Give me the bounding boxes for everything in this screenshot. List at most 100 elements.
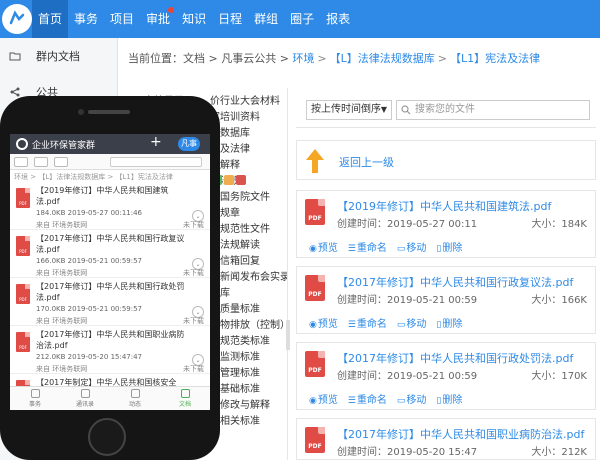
eye-icon: ◉ <box>309 396 317 406</box>
phone-file-item[interactable]: PDF 【2017年修订】中华人民共和国行政处罚法.pdf 170.0KB 20… <box>10 278 210 326</box>
pdf-file-icon: PDF <box>16 236 30 256</box>
file-card: PDF 【2017年修订】中华人民共和国职业病防治法.pdf 创建时间：2019… <box>296 418 596 460</box>
nav-reports-label: 报表 <box>326 12 351 26</box>
rename-icon: ☰ <box>347 244 356 254</box>
file-created-time: 创建时间：2019-05-21 00:59 <box>337 295 478 306</box>
move-button[interactable]: ▭移动 <box>397 391 427 406</box>
sort-select[interactable]: 按上传时间倒序 ▼ <box>306 100 392 120</box>
nav-groups-label: 群组 <box>254 12 279 26</box>
trash-icon: ▯ <box>436 396 442 406</box>
add-button[interactable]: + <box>150 134 162 150</box>
breadcrumb-link[interactable]: 环境 <box>292 52 314 65</box>
nav-projects[interactable]: 项目 <box>104 0 140 38</box>
file-created-time: 创建时间：2019-05-20 15:47 <box>337 447 478 458</box>
trash-icon: ▯ <box>436 320 442 330</box>
tab-documents[interactable]: 文档 <box>160 387 210 410</box>
phone-camera <box>78 109 84 115</box>
delete-icon[interactable] <box>236 175 246 185</box>
pdf-file-icon: PDF <box>16 188 30 208</box>
phone-file-source: 来自 环境务联网 <box>36 365 88 373</box>
delete-button[interactable]: ▯删除 <box>436 239 462 254</box>
back-to-parent-label[interactable]: 返回上一级 <box>339 154 394 170</box>
move-button[interactable]: ▭移动 <box>397 315 427 330</box>
phone-speaker <box>88 110 130 114</box>
rename-button[interactable]: ☰重命名 <box>348 315 387 330</box>
avatar[interactable]: 凡事 <box>178 137 200 151</box>
phone-home-button[interactable] <box>88 418 126 456</box>
eye-icon: ◉ <box>309 244 317 254</box>
sidebar-item-label: 群内文档 <box>36 50 80 63</box>
delete-button[interactable]: ▯删除 <box>436 315 462 330</box>
nav-groups[interactable]: 群组 <box>248 0 284 38</box>
sidebar-item-group-docs[interactable]: 群内文档 <box>0 38 117 74</box>
file-actions: ◉预览 ☰重命名 ▭移动 ▯删除 <box>309 391 462 406</box>
breadcrumb-link[interactable]: 【L1】宪法及法律 <box>450 52 540 65</box>
phone-file-item[interactable]: PDF 【2017年修订】中华人民共和国行政复议法.pdf 166.0KB 20… <box>10 230 210 278</box>
file-name-link[interactable]: 【2017年修订】中华人民共和国职业病防治法.pdf <box>337 426 584 442</box>
breadcrumb-separator: > <box>317 52 327 65</box>
phone-file-source: 来自 环境务联网 <box>36 269 88 277</box>
breadcrumb-link[interactable]: 【L】法律法规数据库 <box>330 52 435 65</box>
up-arrow-icon <box>306 149 324 173</box>
new-folder-icon[interactable] <box>34 157 48 167</box>
nav-knowledge-label: 知识 <box>182 12 207 26</box>
nav-circles[interactable]: 圈子 <box>284 0 320 38</box>
nav-circles-label: 圈子 <box>290 12 315 26</box>
upload-icon[interactable] <box>54 157 68 167</box>
top-navigation-bar: 首页 事务 项目 审批 知识 日程 群组 圈子 报表 <box>0 0 600 38</box>
file-name-link[interactable]: 【2017年修订】中华人民共和国行政处罚法.pdf <box>337 350 573 366</box>
file-name-link[interactable]: 【2019年修订】中华人民共和国建筑法.pdf <box>337 198 551 214</box>
rename-button[interactable]: ☰重命名 <box>348 391 387 406</box>
download-status: 未下载 <box>183 221 204 229</box>
contacts-icon <box>80 389 90 398</box>
tab-affairs[interactable]: 事务 <box>10 387 60 410</box>
nav-affairs-label: 事务 <box>74 12 99 26</box>
moments-icon <box>130 389 140 398</box>
rename-button[interactable]: ☰重命名 <box>348 239 387 254</box>
file-created-time: 创建时间：2019-05-27 00:11 <box>337 219 478 230</box>
nav-schedule-label: 日程 <box>218 12 243 26</box>
phone-file-item[interactable]: PDF 【2019年修订】中华人民共和国建筑法.pdf 184.0KB 2019… <box>10 182 210 230</box>
preview-button[interactable]: ◉预览 <box>309 391 338 406</box>
file-size: 大小：170K <box>531 371 587 382</box>
nav-projects-label: 项目 <box>110 12 135 26</box>
file-actions: ◉预览 ☰重命名 ▭移动 ▯删除 <box>309 239 462 254</box>
app-logo[interactable] <box>2 4 32 34</box>
preview-button[interactable]: ◉预览 <box>309 315 338 330</box>
back-to-parent-row[interactable]: 返回上一级 <box>296 140 596 180</box>
search-input[interactable]: 搜索您的文件 <box>396 100 590 120</box>
file-name-link[interactable]: 【2017年修订】中华人民共和国行政复议法.pdf <box>337 274 573 290</box>
move-button[interactable]: ▭移动 <box>397 239 427 254</box>
phone-file-name: 【2017年修订】中华人民共和国行政处罚法.pdf <box>36 282 185 302</box>
back-icon[interactable] <box>14 157 28 167</box>
delete-button[interactable]: ▯删除 <box>436 391 462 406</box>
eye-icon: ◉ <box>309 320 317 330</box>
tree-scrollbar[interactable] <box>286 320 290 350</box>
tab-contacts[interactable]: 通讯录 <box>60 387 110 410</box>
file-card: PDF 【2019年修订】中华人民共和国建筑法.pdf 创建时间：2019-05… <box>296 190 596 258</box>
move-icon: ▭ <box>396 320 406 330</box>
pdf-file-icon: PDF <box>16 332 30 352</box>
nav-reports[interactable]: 报表 <box>320 0 356 38</box>
phone-file-item[interactable]: PDF 【2017年修订】中华人民共和国职业病防治法.pdf 212.0KB 2… <box>10 326 210 374</box>
tab-moments[interactable]: 动态 <box>110 387 160 410</box>
breadcrumb: 当前位置：文档 > 凡事云公共 > 环境 > 【L】法律法规数据库 > 【L1】宪法及法… <box>128 50 598 66</box>
breadcrumb-separator: > <box>437 52 447 65</box>
edit-icon[interactable] <box>224 175 234 185</box>
sort-select-value: 按上传时间倒序 <box>311 104 381 115</box>
nav-schedule[interactable]: 日程 <box>212 0 248 38</box>
nav-home[interactable]: 首页 <box>32 0 69 38</box>
rename-icon: ☰ <box>347 396 356 406</box>
phone-mockup: 企业环保管家群 + 凡事 环境 > 【L】法律法规数据库 > 【L1】宪法及法律… <box>0 96 220 460</box>
phone-breadcrumb: 环境 > 【L】法律法规数据库 > 【L1】宪法及法律 <box>14 173 173 181</box>
notification-dot <box>168 7 175 13</box>
move-icon: ▭ <box>396 244 406 254</box>
tree-item-action-icons <box>212 175 266 186</box>
nav-approval[interactable]: 审批 <box>140 0 176 38</box>
phone-file-source: 来自 环境务联网 <box>36 317 88 325</box>
phone-search-input[interactable] <box>110 157 202 167</box>
preview-button[interactable]: ◉预览 <box>309 239 338 254</box>
nav-knowledge[interactable]: 知识 <box>176 0 212 38</box>
file-toolbar: 按上传时间倒序 ▼ 搜索您的文件 <box>296 92 596 128</box>
nav-affairs[interactable]: 事务 <box>68 0 104 38</box>
